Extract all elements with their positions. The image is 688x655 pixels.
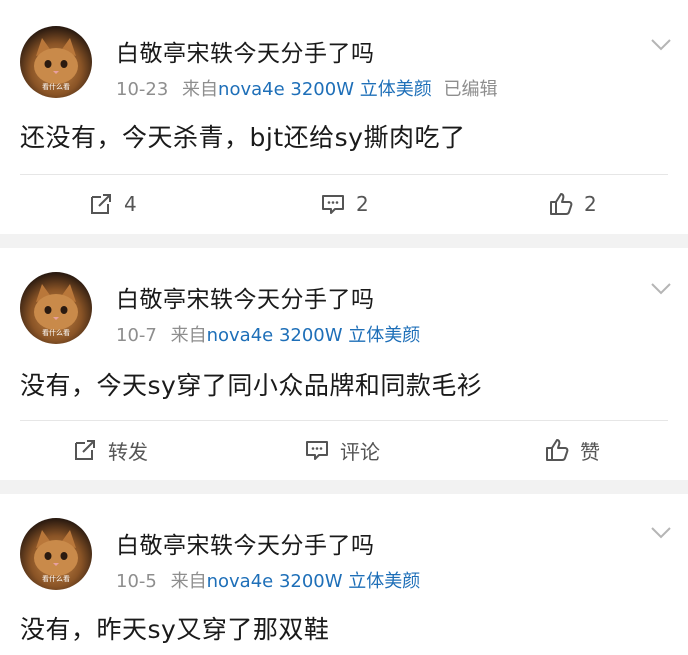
post-card: 看什么看 白敬亭宋轶今天分手了吗 10-23 来自nova4e 3200W 立体… [0, 0, 688, 234]
divider [20, 174, 668, 175]
avatar[interactable]: 看什么看 [20, 26, 92, 98]
thumbs-up-icon [544, 437, 570, 463]
post-date: 10-5 [116, 571, 157, 592]
username[interactable]: 白敬亭宋轶今天分手了吗 [116, 526, 375, 560]
post-date: 10-23 [116, 79, 169, 100]
comment-icon [320, 191, 346, 217]
post-card: 看什么看 白敬亭宋轶今天分手了吗 10-5 来自nova4e 3200W 立体美… [0, 494, 688, 655]
comment-count: 2 [356, 192, 369, 216]
chevron-down-icon[interactable] [650, 282, 672, 296]
post-card: 看什么看 白敬亭宋轶今天分手了吗 10-7 来自nova4e 3200W 立体美… [0, 248, 688, 480]
post-meta: 10-5 来自nova4e 3200W 立体美颜 [116, 567, 420, 593]
repost-icon [72, 437, 98, 463]
avatar-caption: 看什么看 [42, 83, 70, 91]
comment-button[interactable]: 2 [320, 176, 369, 232]
comment-button[interactable]: 评论 [304, 422, 380, 478]
avatar-caption: 看什么看 [42, 329, 70, 337]
post-meta: 10-23 来自nova4e 3200W 立体美颜 已编辑 [116, 75, 497, 101]
thumbs-up-icon [548, 191, 574, 217]
source-prefix: 来自 [182, 79, 219, 100]
post-meta: 10-7 来自nova4e 3200W 立体美颜 [116, 321, 420, 347]
source-prefix: 来自 [170, 571, 207, 592]
post-date: 10-7 [116, 325, 157, 346]
repost-count: 4 [124, 192, 137, 216]
avatar-caption: 看什么看 [42, 575, 70, 583]
repost-label: 转发 [108, 439, 148, 464]
action-bar: 转发 评论 赞 [0, 422, 688, 478]
post-content: 没有，今天sy穿了同小众品牌和同款毛衫 [20, 371, 483, 400]
weibo-feed: 看什么看 白敬亭宋轶今天分手了吗 10-23 来自nova4e 3200W 立体… [0, 0, 688, 655]
username[interactable]: 白敬亭宋轶今天分手了吗 [116, 280, 375, 314]
repost-button[interactable]: 4 [88, 176, 137, 232]
edited-label: 已编辑 [443, 79, 498, 100]
like-button[interactable]: 赞 [544, 422, 600, 478]
action-bar: 4 2 2 [0, 176, 688, 232]
chevron-down-icon[interactable] [650, 526, 672, 540]
avatar[interactable]: 看什么看 [20, 518, 92, 590]
post-content: 还没有，今天杀青，bjt还给sy撕肉吃了 [20, 123, 466, 152]
username[interactable]: 白敬亭宋轶今天分手了吗 [116, 34, 375, 68]
source-link[interactable]: nova4e 3200W 立体美颜 [207, 325, 421, 346]
source-link[interactable]: nova4e 3200W 立体美颜 [218, 79, 432, 100]
divider [20, 420, 668, 421]
avatar[interactable]: 看什么看 [20, 272, 92, 344]
comment-icon [304, 437, 330, 463]
like-label: 赞 [580, 439, 600, 464]
like-button[interactable]: 2 [548, 176, 597, 232]
source-prefix: 来自 [170, 325, 207, 346]
repost-icon [88, 191, 114, 217]
like-count: 2 [584, 192, 597, 216]
source-link[interactable]: nova4e 3200W 立体美颜 [207, 571, 421, 592]
post-content: 没有，昨天sy又穿了那双鞋 [20, 615, 330, 644]
repost-button[interactable]: 转发 [72, 422, 148, 478]
comment-label: 评论 [340, 439, 380, 464]
chevron-down-icon[interactable] [650, 38, 672, 52]
